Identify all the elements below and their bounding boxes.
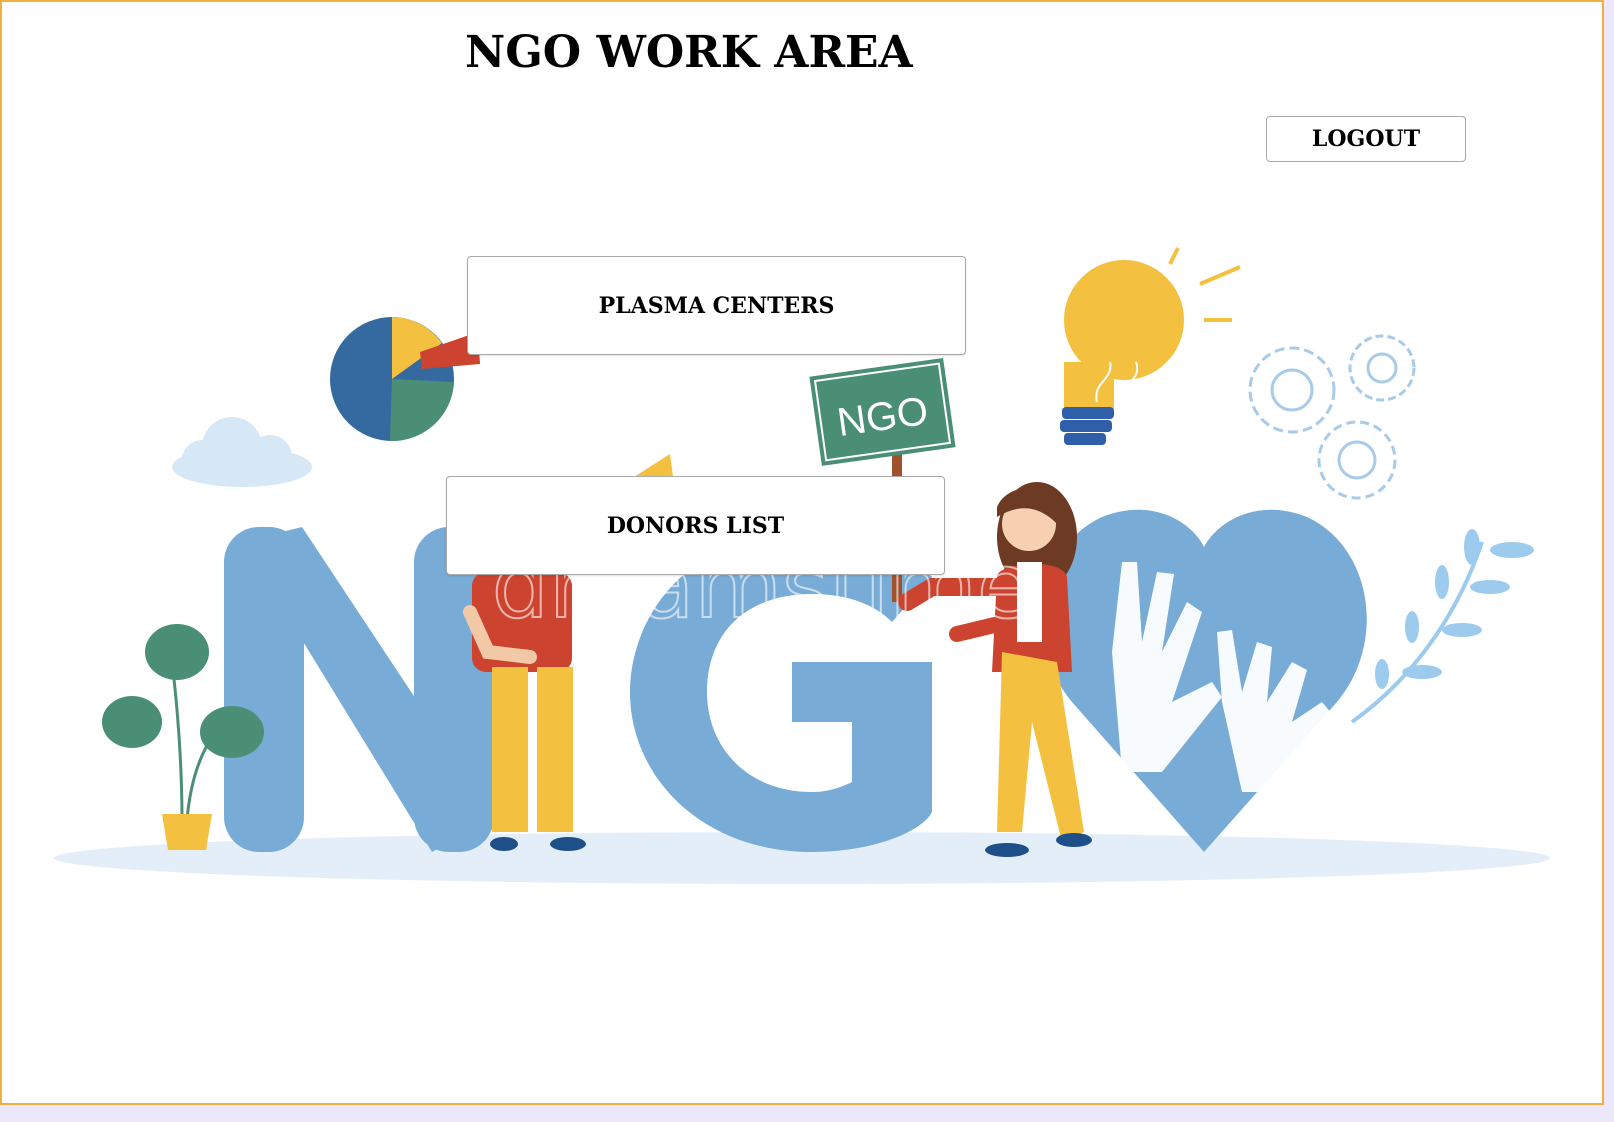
page-title: NGO WORK AREA — [465, 27, 913, 78]
heart-hands-icon — [1042, 509, 1367, 852]
logout-button[interactable]: LOGOUT — [1266, 116, 1466, 162]
app-window: NGO dreamstime NGO WORK AREA LOGOUT PLAS… — [0, 0, 1604, 1105]
lightbulb-icon — [1060, 247, 1241, 445]
donors-list-button[interactable]: DONORS LIST — [446, 476, 945, 575]
cloud-icon — [172, 417, 312, 487]
pie-chart-icon — [330, 317, 480, 442]
branch-icon — [1350, 529, 1534, 724]
gear-icon — [1248, 334, 1416, 500]
plasma-centers-button[interactable]: PLASMA CENTERS — [467, 256, 966, 355]
